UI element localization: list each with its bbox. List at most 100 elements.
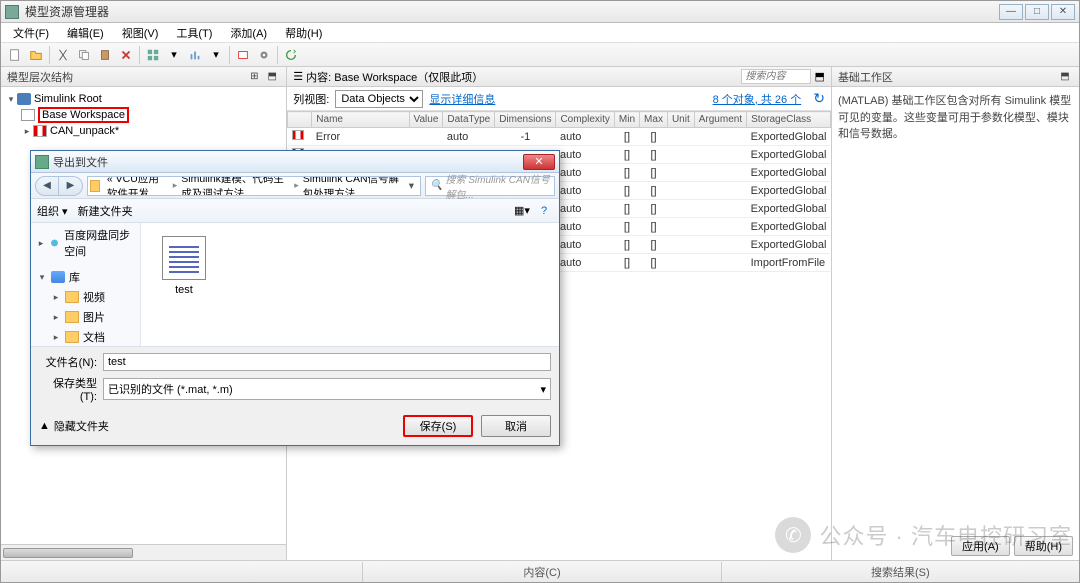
app-icon (5, 5, 19, 19)
hide-folders-toggle[interactable]: ▲隐藏文件夹 (39, 418, 109, 434)
grid-icon[interactable] (143, 45, 163, 65)
left-scrollbar[interactable] (1, 544, 286, 560)
dialog-search-input[interactable]: 🔍搜索 Simulink CAN信号解包... (425, 176, 555, 196)
simulink-root-icon (17, 93, 31, 105)
window-title: 模型资源管理器 (25, 3, 999, 20)
dropdown-icon[interactable]: ▾ (206, 45, 226, 65)
cancel-button[interactable]: 取消 (481, 415, 551, 437)
cut-icon[interactable] (53, 45, 73, 65)
panel-float-icon[interactable]: ⬒ (815, 70, 825, 83)
menu-view[interactable]: 视图(V) (114, 23, 167, 43)
sidebar-group-library[interactable]: ▾库 (33, 267, 138, 287)
new-folder-button[interactable]: 新建文件夹 (78, 203, 133, 219)
delete-icon[interactable] (116, 45, 136, 65)
dialog-form: 文件名(N): 保存类型(T): 已识别的文件 (*.mat, *.m)▾ (31, 346, 559, 409)
help-button[interactable]: 帮助(H) (1014, 536, 1073, 556)
export-file-dialog: 导出到文件 ✕ ◀ ▶ « VCU应用软件开发▸ Simulink建模、代码生成… (30, 150, 560, 446)
minimize-button[interactable]: — (999, 4, 1023, 20)
filter-input[interactable] (741, 69, 811, 84)
nav-forward-button[interactable]: ▶ (59, 176, 83, 196)
apply-button[interactable]: 应用(A) (951, 536, 1010, 556)
table-header-row: Name Value DataType Dimensions Complexit… (288, 112, 831, 128)
tree-base-workspace-label: Base Workspace (38, 107, 129, 123)
sidebar-item-videos[interactable]: ▸视频 (33, 287, 138, 307)
cloud-icon (49, 237, 60, 249)
sidebar-item-baidu-cloud[interactable]: ▸百度网盘同步空间 (33, 225, 138, 261)
dialog-navbar: ◀ ▶ « VCU应用软件开发▸ Simulink建模、代码生成及调试方法▸ S… (31, 173, 559, 199)
object-count-link[interactable]: 8 个对象, 共 26 个 (713, 91, 802, 107)
gear-icon[interactable] (254, 45, 274, 65)
menu-help[interactable]: 帮助(H) (277, 23, 330, 43)
close-button[interactable]: ✕ (1051, 4, 1075, 20)
file-item-test[interactable]: test (149, 231, 219, 301)
chart-icon[interactable] (185, 45, 205, 65)
panel-expand-icon[interactable]: ⊞ (246, 70, 262, 84)
copy-icon[interactable] (74, 45, 94, 65)
organize-button[interactable]: 组织 ▾ (37, 203, 68, 219)
show-details-link[interactable]: 显示详细信息 (429, 91, 495, 107)
column-view-select[interactable]: Data Objects (335, 90, 423, 108)
signal-icon (292, 130, 304, 140)
paste-icon[interactable] (95, 45, 115, 65)
maximize-button[interactable]: □ (1025, 4, 1049, 20)
table-row[interactable]: Errorauto-1 auto[][] ExportedGlobal (288, 128, 831, 146)
folder-icon (65, 331, 79, 343)
details-panel: 基础工作区 ⬒ (MATLAB) 基础工作区包含对所有 Simulink 模型可… (832, 67, 1079, 560)
filetype-label: 保存类型(T): (39, 375, 97, 403)
status-bar: 内容(C) 搜索结果(S) (1, 560, 1079, 582)
list-icon[interactable]: ▾ (164, 45, 184, 65)
mid-panel-title: 内容: Base Workspace（仅限此项） (306, 69, 483, 85)
crumb-2[interactable]: Simulink CAN信号解包处理方法 (299, 176, 405, 196)
dialog-icon (35, 155, 49, 169)
expand-icon[interactable]: ▸ (21, 125, 33, 137)
tree-can-unpack[interactable]: ▸ CAN_unpack* (3, 123, 284, 139)
panel-float-icon[interactable]: ⬒ (1057, 70, 1073, 84)
filename-input[interactable] (103, 353, 551, 371)
tree-base-workspace[interactable]: Base Workspace (3, 107, 284, 123)
status-search-tab[interactable]: 搜索结果(S) (721, 562, 1079, 582)
model-icon (33, 125, 47, 137)
window-buttons: — □ ✕ (999, 4, 1075, 20)
dialog-file-area[interactable]: test (141, 223, 559, 346)
tree-root[interactable]: ▾ Simulink Root (3, 91, 284, 107)
right-panel-body: (MATLAB) 基础工作区包含对所有 Simulink 模型可见的变量。这些变… (832, 87, 1079, 532)
view-mode-icon[interactable]: ▦▾ (513, 203, 531, 219)
folder-icon (65, 291, 79, 303)
crumb-1[interactable]: Simulink建模、代码生成及调试方法 (177, 176, 294, 196)
sidebar-item-pictures[interactable]: ▸图片 (33, 307, 138, 327)
menu-add[interactable]: 添加(A) (222, 23, 275, 43)
menu-edit[interactable]: 编辑(E) (59, 23, 112, 43)
menu-tools[interactable]: 工具(T) (168, 23, 220, 43)
refresh-icon[interactable] (281, 45, 301, 65)
new-icon[interactable] (5, 45, 25, 65)
mid-panel-header: ☰ 内容: Base Workspace（仅限此项） ⬒ (287, 67, 831, 87)
filename-label: 文件名(N): (39, 354, 97, 370)
dialog-sidebar: ▸百度网盘同步空间 ▾库 ▸视频 ▸图片 ▸文档 ▸音乐 ▾计算机 ▸Windo… (31, 223, 141, 346)
window-titlebar: 模型资源管理器 — □ ✕ (1, 1, 1079, 23)
dialog-title: 导出到文件 (53, 154, 523, 170)
save-button[interactable]: 保存(S) (403, 415, 473, 437)
tree-root-label: Simulink Root (34, 93, 102, 105)
panel-float-icon[interactable]: ⬒ (264, 70, 280, 84)
right-panel-header: 基础工作区 ⬒ (832, 67, 1079, 87)
folder-icon (90, 180, 100, 192)
right-panel-title: 基础工作区 (838, 69, 893, 85)
breadcrumb-dropdown-icon[interactable]: ▾ (405, 180, 418, 192)
file-item-label: test (154, 284, 214, 296)
menu-file[interactable]: 文件(F) (5, 23, 57, 43)
dialog-close-button[interactable]: ✕ (523, 154, 555, 170)
filetype-select[interactable]: 已识别的文件 (*.mat, *.m)▾ (103, 378, 551, 400)
expand-icon[interactable]: ▾ (5, 93, 17, 105)
breadcrumb[interactable]: « VCU应用软件开发▸ Simulink建模、代码生成及调试方法▸ Simul… (87, 176, 421, 196)
nav-back-button[interactable]: ◀ (35, 176, 59, 196)
crumb-0[interactable]: « VCU应用软件开发 (103, 176, 173, 196)
library-icon (51, 271, 65, 283)
left-panel-title: 模型层次结构 (7, 69, 73, 85)
refresh-count-icon[interactable]: ↻ (813, 90, 825, 107)
sidebar-item-documents[interactable]: ▸文档 (33, 327, 138, 346)
mat-file-icon (162, 236, 206, 280)
status-content-tab[interactable]: 内容(C) (362, 562, 720, 582)
block-icon[interactable] (233, 45, 253, 65)
open-icon[interactable] (26, 45, 46, 65)
help-icon[interactable]: ? (535, 203, 553, 219)
